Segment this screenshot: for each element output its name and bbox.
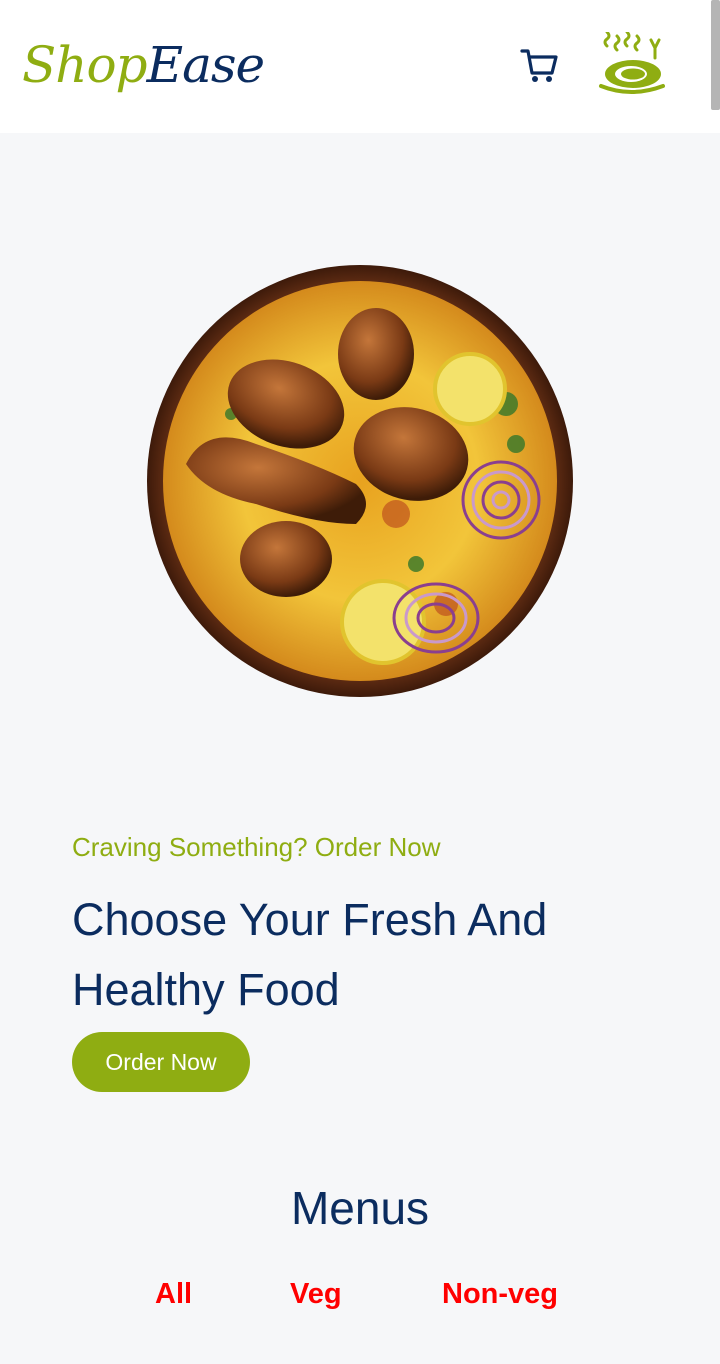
menus-title: Menus xyxy=(290,1182,430,1234)
filter-non-veg[interactable]: Non-veg xyxy=(442,1272,558,1316)
food-menu-button[interactable] xyxy=(597,30,667,96)
hot-dish-icon xyxy=(599,30,665,94)
order-now-button[interactable]: Order Now xyxy=(72,1032,250,1092)
site-header: ShopEase xyxy=(0,0,720,133)
filter-all[interactable]: All xyxy=(155,1272,192,1316)
biryani-plate-image xyxy=(147,265,573,697)
page-scrollbar[interactable] xyxy=(711,0,720,110)
shopease-logo[interactable]: ShopEase xyxy=(22,30,266,100)
filter-veg[interactable]: Veg xyxy=(290,1272,342,1316)
hero-headline: Choose Your Fresh And Healthy Food xyxy=(72,894,548,1015)
hero-tagline: Craving Something? Order Now xyxy=(72,832,441,862)
shopping-cart-icon xyxy=(520,49,558,82)
logo-text-shop: Shop xyxy=(22,36,148,94)
logo-text-ease: Ease xyxy=(146,36,266,94)
cart-button[interactable] xyxy=(518,44,562,88)
